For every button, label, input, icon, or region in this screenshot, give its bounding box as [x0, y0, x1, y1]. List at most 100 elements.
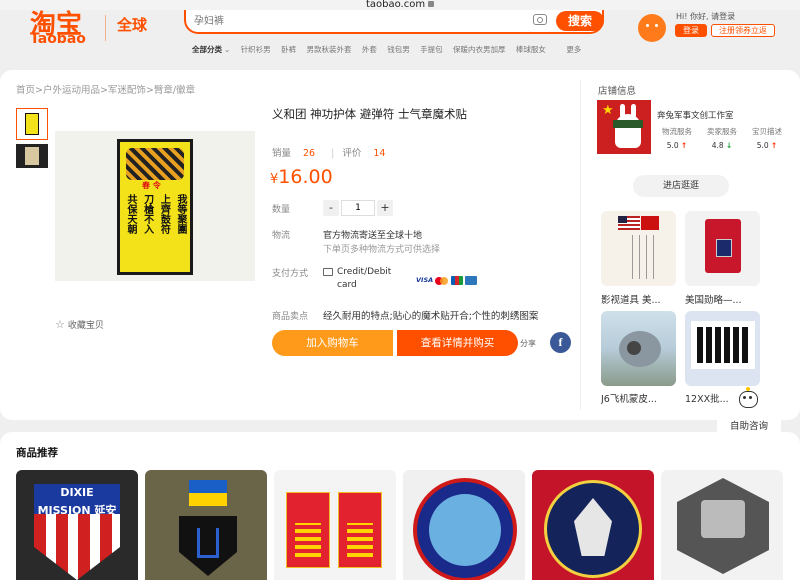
sales-label: 销量 — [272, 148, 292, 159]
shop-recommend-image[interactable] — [685, 311, 760, 386]
patch-red-text: 春 令 — [142, 181, 161, 190]
recommend-product[interactable] — [403, 470, 525, 580]
add-to-cart-button[interactable]: 加入购物车 — [272, 330, 393, 356]
patch-column: 上齊鼓符 — [158, 194, 170, 234]
quantity-increase-button[interactable]: + — [377, 200, 393, 216]
highlights-label: 商品卖点 — [272, 312, 309, 322]
camera-icon[interactable] — [533, 14, 547, 25]
category-link[interactable]: 钱包男 — [387, 45, 410, 54]
more-categories-link[interactable]: 更多 — [566, 45, 581, 54]
reviews-count[interactable]: 14 — [373, 148, 385, 159]
shop-stats: 物流服务 5.0 ↑ 卖家服务 4.8 ↓ 宝贝描述 5.0 ↑ — [657, 126, 787, 150]
shop-logo[interactable]: ★ — [597, 100, 651, 154]
category-link[interactable]: 卧裤 — [281, 45, 296, 54]
shop-stat: 宝贝描述 5.0 ↑ — [752, 127, 782, 150]
jcb-icon — [451, 275, 464, 285]
product-main-image[interactable]: 春 令 我等聚團 上齊鼓符 刀槍不入 共保天朝 — [55, 131, 255, 281]
sales-count: 26 — [303, 148, 316, 159]
login-button[interactable]: 登录 — [675, 24, 707, 37]
star-icon: ☆ — [55, 318, 65, 331]
category-link[interactable]: 针织衫男 — [241, 45, 271, 54]
shop-recommend-label[interactable]: 美国勋略—... — [685, 292, 760, 306]
lock-icon — [428, 1, 435, 7]
view-details-button[interactable]: 查看详情并购买 — [397, 330, 518, 356]
all-categories-link[interactable]: 全部分类 — [192, 45, 222, 54]
reviews-label[interactable]: 评价 — [342, 148, 361, 159]
arrow-up-icon: ↑ — [681, 141, 688, 150]
shipping-text: 官方物流寄送至全球十地 — [323, 231, 423, 241]
payment-method: Credit/Debit card — [337, 267, 392, 290]
shop-recommend-image[interactable] — [601, 211, 676, 286]
visit-shop-button[interactable]: 进店逛逛 — [633, 175, 729, 197]
share-label[interactable]: 分享 — [520, 338, 536, 349]
patch-column: 我等聚團 — [174, 194, 186, 234]
global-label: 全球 — [117, 16, 148, 34]
url-bar[interactable]: taobao.com — [0, 0, 800, 10]
recommend-product[interactable] — [661, 470, 783, 580]
shop-stat: 卖家服务 4.8 ↓ — [707, 127, 737, 150]
highlights-text: 经久耐用的特点;贴心的魔术贴开合;个性的刺绣图案 — [323, 311, 539, 322]
patch-image: 春 令 我等聚團 上齊鼓符 刀槍不入 共保天朝 — [117, 139, 193, 275]
payment-label: 支付方式 — [272, 269, 309, 279]
price: ¥16.00 — [270, 166, 333, 188]
recommend-product[interactable] — [532, 470, 654, 580]
payment-logos: VISA — [416, 275, 479, 286]
recommend-product[interactable] — [145, 470, 267, 580]
thumbnail-2[interactable] — [16, 144, 48, 168]
category-nav: 全部分类 ⌄ 针织衫男 卧裤 男款秋装外套 外套 钱包男 手提包 保暖内衣男加厚 … — [192, 44, 622, 55]
patch-column: 刀槍不入 — [141, 194, 153, 234]
arrow-up-icon: ↑ — [771, 141, 778, 150]
patch-column: 共保天朝 — [125, 194, 136, 234]
shop-recommend-label[interactable]: 影视道具 美... — [601, 292, 676, 306]
visa-icon: VISA — [416, 275, 434, 284]
facebook-icon[interactable]: f — [550, 332, 571, 353]
thumbnail-1[interactable] — [16, 108, 48, 140]
search-button[interactable]: 搜索 — [556, 11, 604, 31]
quantity-label: 数量 — [272, 205, 291, 215]
tiger-graphic — [126, 148, 184, 180]
category-link[interactable]: 男款秋装外套 — [306, 45, 351, 54]
search-bar: 搜索 — [184, 10, 604, 34]
recommend-title: 商品推荐 — [16, 447, 58, 459]
sales-row: 销量 26 | 评价 14 — [272, 148, 386, 159]
search-input[interactable] — [194, 13, 514, 29]
price-value: 16.00 — [278, 166, 333, 188]
recommend-product[interactable]: DIXIE MISSION 延安 — [16, 470, 138, 580]
shipping-label: 物流 — [272, 231, 291, 241]
user-greeting: Hi! 你好, 请登录 — [676, 12, 736, 21]
favorite-button[interactable]: ☆ 收藏宝贝 — [55, 318, 104, 331]
quantity-input[interactable] — [341, 200, 375, 216]
recommend-section: 商品推荐 DIXIE MISSION 延安 — [0, 432, 800, 580]
shop-stat: 物流服务 5.0 ↑ — [662, 127, 692, 150]
category-link[interactable]: 保暖内衣男加厚 — [453, 45, 506, 54]
credit-card-icon — [323, 268, 333, 276]
header: 淘宝 Taobao 全球 搜索 全部分类⌄ 针织衫男 卧裤 男款秋装外套 外套 … — [0, 10, 800, 68]
mastercard-icon — [435, 276, 449, 285]
shop-recommend-label[interactable]: J6飞机蒙皮... — [601, 391, 676, 405]
category-link[interactable]: 棒球服女 — [516, 45, 546, 54]
shop-section-label: 店铺信息 — [598, 86, 637, 97]
shipping-note: 下单页多种物流方式可供选择 — [323, 245, 441, 255]
recommend-product[interactable] — [274, 470, 396, 580]
shop-recommend-label[interactable]: 12XX批... — [685, 391, 737, 405]
amex-icon — [465, 275, 478, 285]
logo-divider — [105, 15, 106, 41]
register-button[interactable]: 注册领券立返 — [711, 24, 775, 37]
divider — [580, 80, 581, 410]
star-icon: ★ — [602, 103, 614, 118]
user-avatar-icon[interactable] — [638, 14, 666, 42]
taobao-logo-text[interactable]: Taobao — [30, 31, 86, 47]
favorite-label: 收藏宝贝 — [67, 321, 104, 331]
quantity-decrease-button[interactable]: - — [323, 200, 339, 216]
category-link[interactable]: 外套 — [362, 45, 377, 54]
shop-name[interactable]: 奔兔军事文创工作室 — [657, 109, 734, 121]
patch-text: 我等聚團 上齊鼓符 刀槍不入 共保天朝 — [124, 194, 186, 234]
patch-text: DIXIE MISSION 延安 — [34, 484, 120, 517]
robot-assistant-icon[interactable] — [739, 387, 758, 408]
breadcrumb[interactable]: 首页>户外运动用品>军迷配饰>臂章/徽章 — [16, 82, 195, 96]
shop-recommend-image[interactable] — [601, 311, 676, 386]
category-link[interactable]: 手提包 — [420, 45, 443, 54]
shop-recommend-image[interactable] — [685, 211, 760, 286]
product-title: 义和团 神功护体 避弹符 士气章魔术贴 — [272, 107, 467, 121]
product-card: 首页>户外运动用品>军迷配饰>臂章/徽章 春 令 我等聚團 上齊鼓符 刀槍不入 … — [0, 70, 800, 420]
